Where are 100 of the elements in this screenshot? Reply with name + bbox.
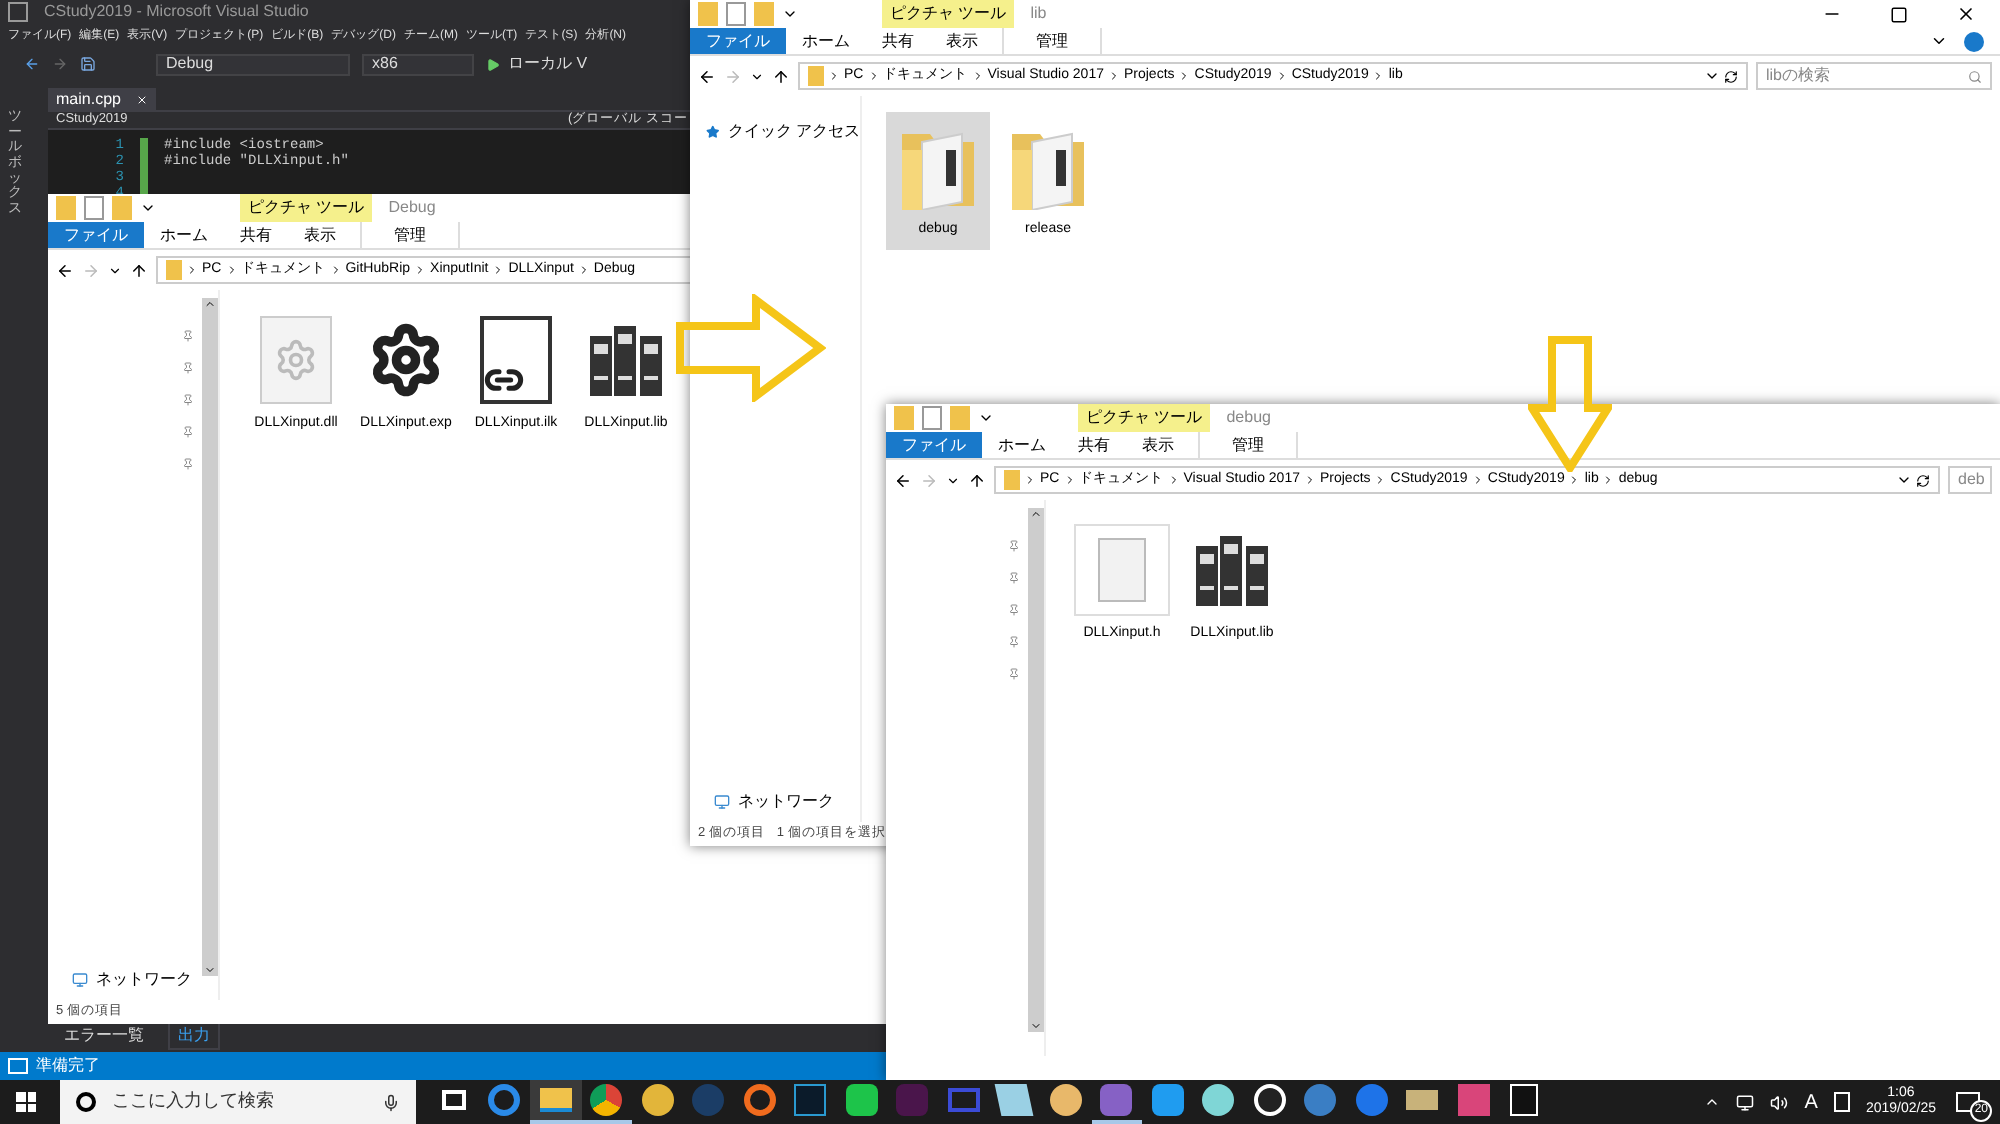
chevron-icon — [1024, 474, 1036, 486]
run-button[interactable]: ローカル V — [486, 52, 588, 76]
recent-locations-icon[interactable] — [108, 263, 122, 277]
scrollbar[interactable] — [1028, 508, 1044, 1032]
scroll-up-icon[interactable] — [1030, 508, 1042, 520]
pin-icon — [1008, 572, 1020, 584]
config-dropdown[interactable]: Debug — [156, 53, 350, 75]
checklist-icon[interactable] — [84, 196, 104, 220]
right-arrow-icon — [674, 294, 826, 402]
network-icon — [714, 794, 730, 810]
checklist-icon[interactable] — [726, 2, 746, 26]
picture-tools-label: ピクチャ ツール — [240, 194, 373, 222]
chevron-icon — [1471, 474, 1484, 486]
pin-icon — [1008, 636, 1020, 648]
file-tab[interactable]: main.cpp — [48, 88, 157, 110]
ribbon-tab[interactable]: ファイル — [48, 222, 144, 248]
search-field[interactable]: ここに入力して検索 — [60, 1080, 416, 1124]
save-icon[interactable] — [80, 56, 96, 72]
monitor-icon — [947, 1088, 980, 1112]
dropdown-icon[interactable] — [1704, 68, 1720, 84]
ribbon-tab[interactable]: 管理 — [1198, 432, 1298, 458]
chevron-icon — [828, 70, 840, 82]
ribbon-tab[interactable]: ホーム — [786, 28, 866, 54]
color-box-icon — [1457, 1084, 1490, 1116]
start-icon[interactable] — [16, 1092, 36, 1112]
pin-icon — [1008, 604, 1020, 616]
search-field[interactable]: deb — [1948, 466, 1992, 494]
help-icon[interactable] — [1964, 31, 1984, 51]
network-icon[interactable] — [1736, 1093, 1755, 1111]
scroll-down-icon[interactable] — [204, 964, 216, 976]
search-field[interactable]: libの検索 — [1756, 62, 1992, 90]
back-icon[interactable] — [56, 261, 74, 279]
dropdown-icon[interactable] — [140, 200, 156, 216]
framed-square-icon — [794, 1084, 827, 1116]
folder-icon — [539, 1088, 572, 1112]
ribbon-tab[interactable]: ファイル — [886, 432, 982, 458]
chevron-icon[interactable] — [1930, 32, 1948, 50]
dropdown-icon[interactable] — [1896, 472, 1912, 488]
refresh-icon[interactable] — [1916, 473, 1930, 487]
dropdown-icon[interactable] — [782, 6, 798, 22]
ribbon-tab[interactable]: 共有 — [1062, 432, 1126, 458]
close-icon[interactable] — [136, 93, 149, 105]
up-icon[interactable] — [130, 261, 148, 279]
folder-icon — [808, 66, 824, 86]
scroll-down-icon[interactable] — [1030, 1020, 1042, 1032]
maximize-icon[interactable] — [1890, 5, 1908, 23]
nav-item[interactable]: ネットワーク — [48, 968, 218, 992]
ribbon-tab[interactable]: ファイル — [690, 28, 786, 54]
nav-item[interactable]: クイック アクセス — [690, 120, 860, 144]
thick-ring-icon — [743, 1084, 776, 1116]
tray-expand-icon[interactable] — [1704, 1094, 1721, 1110]
ime-indicator[interactable]: A — [1804, 1087, 1818, 1117]
dropdown-icon[interactable] — [978, 410, 994, 426]
scroll-up-icon[interactable] — [204, 298, 216, 310]
close-icon[interactable] — [1956, 4, 1976, 24]
ribbon-tab[interactable]: 表示 — [930, 28, 994, 54]
pin-icon — [182, 426, 194, 438]
panel-tab[interactable]: 出力 — [168, 1022, 220, 1050]
microphone-icon[interactable] — [382, 1093, 400, 1111]
refresh-icon[interactable] — [1724, 69, 1738, 83]
cortana-icon — [76, 1092, 96, 1112]
up-icon[interactable] — [968, 471, 986, 489]
books-icon — [1192, 530, 1272, 610]
code-tile-icon — [1151, 1084, 1184, 1116]
back-icon[interactable] — [894, 471, 912, 489]
back-icon[interactable] — [698, 67, 716, 85]
taskbar-app[interactable] — [581, 1080, 632, 1124]
ribbon-tab[interactable]: 表示 — [1126, 432, 1190, 458]
linked-document-icon — [480, 316, 552, 404]
window-title: Debug — [388, 196, 436, 220]
picture-tools-label: ピクチャ ツール — [1078, 404, 1211, 432]
ribbon-tab[interactable]: 共有 — [224, 222, 288, 248]
checklist-icon[interactable] — [922, 406, 942, 430]
chevron-icon — [1374, 474, 1387, 486]
chevron-icon — [225, 264, 238, 276]
rounded-square-icon — [896, 1084, 929, 1116]
chevron-icon — [1167, 474, 1180, 486]
chevron-icon — [1372, 70, 1385, 82]
speaker-icon[interactable] — [1770, 1093, 1789, 1111]
chevron-icon — [1063, 474, 1076, 486]
ribbon-tab[interactable]: ホーム — [144, 222, 224, 248]
recent-locations-icon[interactable] — [750, 69, 764, 83]
tablet-icon[interactable] — [1833, 1092, 1850, 1112]
panel-tab[interactable]: エラー一覧 — [56, 1024, 152, 1048]
taskbar-app[interactable] — [1091, 1080, 1142, 1124]
chevron-icon — [1275, 70, 1288, 82]
scrollbar[interactable] — [202, 298, 218, 976]
ribbon-tab[interactable]: 管理 — [1002, 28, 1102, 54]
nav-item[interactable]: ネットワーク — [690, 790, 860, 814]
chat-bubble-icon — [845, 1084, 878, 1116]
up-icon[interactable] — [772, 67, 790, 85]
chevron-icon — [414, 264, 427, 276]
taskbar-app[interactable] — [530, 1080, 581, 1124]
recent-locations-icon[interactable] — [946, 473, 960, 487]
chevron-icon — [186, 264, 198, 276]
ribbon-tab[interactable]: 表示 — [288, 222, 352, 248]
platform-dropdown[interactable]: x86 — [362, 53, 474, 75]
ribbon-tab[interactable]: ホーム — [982, 432, 1062, 458]
ribbon-tab[interactable]: 管理 — [360, 222, 460, 248]
ribbon-tab[interactable]: 共有 — [866, 28, 930, 54]
